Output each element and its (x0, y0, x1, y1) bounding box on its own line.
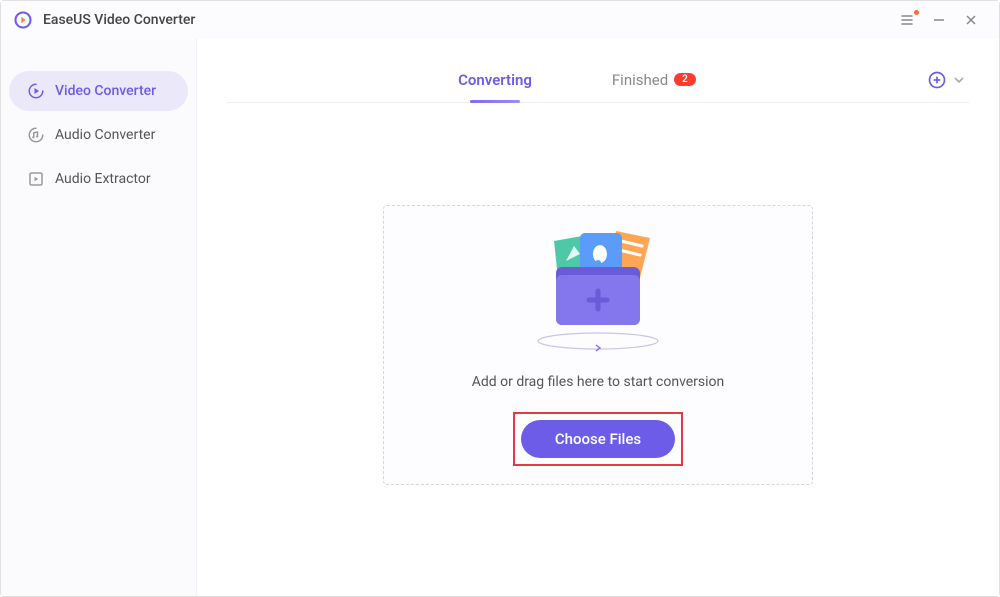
audio-convert-icon (27, 126, 45, 144)
sidebar-item-video-converter[interactable]: Video Converter (9, 71, 188, 111)
add-dropdown-button[interactable] (953, 74, 965, 86)
tabs-bar: Converting Finished 2 (227, 57, 969, 103)
choose-files-button[interactable]: Choose Files (521, 420, 675, 458)
menu-button[interactable] (891, 4, 923, 36)
titlebar: EaseUS Video Converter (1, 1, 999, 39)
dropzone[interactable]: Add or drag files here to start conversi… (383, 205, 813, 485)
sidebar-item-label: Audio Extractor (55, 171, 151, 187)
sidebar-item-label: Audio Converter (55, 127, 155, 143)
sidebar-item-audio-converter[interactable]: Audio Converter (9, 115, 188, 155)
tab-label: Converting (458, 71, 532, 89)
folder-illustration-icon (518, 223, 678, 358)
minimize-button[interactable] (923, 4, 955, 36)
app-window: EaseUS Video Converter (0, 0, 1000, 597)
sidebar: Video Converter Audio Converter (1, 39, 196, 596)
content-area: Add or drag files here to start conversi… (227, 103, 969, 566)
audio-extract-icon (27, 170, 45, 188)
video-convert-icon (27, 82, 45, 100)
notification-dot-icon (914, 10, 919, 15)
dropzone-hint: Add or drag files here to start conversi… (472, 374, 725, 390)
finished-count-badge: 2 (674, 73, 696, 86)
app-title: EaseUS Video Converter (43, 12, 195, 28)
app-logo-icon (13, 10, 33, 30)
main-area: Converting Finished 2 (196, 39, 999, 596)
body-area: Video Converter Audio Converter (1, 39, 999, 596)
add-button[interactable] (927, 70, 947, 90)
sidebar-item-audio-extractor[interactable]: Audio Extractor (9, 159, 188, 199)
sidebar-item-label: Video Converter (55, 83, 156, 99)
choose-files-highlight: Choose Files (513, 412, 683, 466)
tab-converting[interactable]: Converting (458, 57, 532, 102)
tab-label: Finished (612, 71, 668, 89)
tab-finished[interactable]: Finished 2 (612, 57, 696, 102)
close-button[interactable] (955, 4, 987, 36)
